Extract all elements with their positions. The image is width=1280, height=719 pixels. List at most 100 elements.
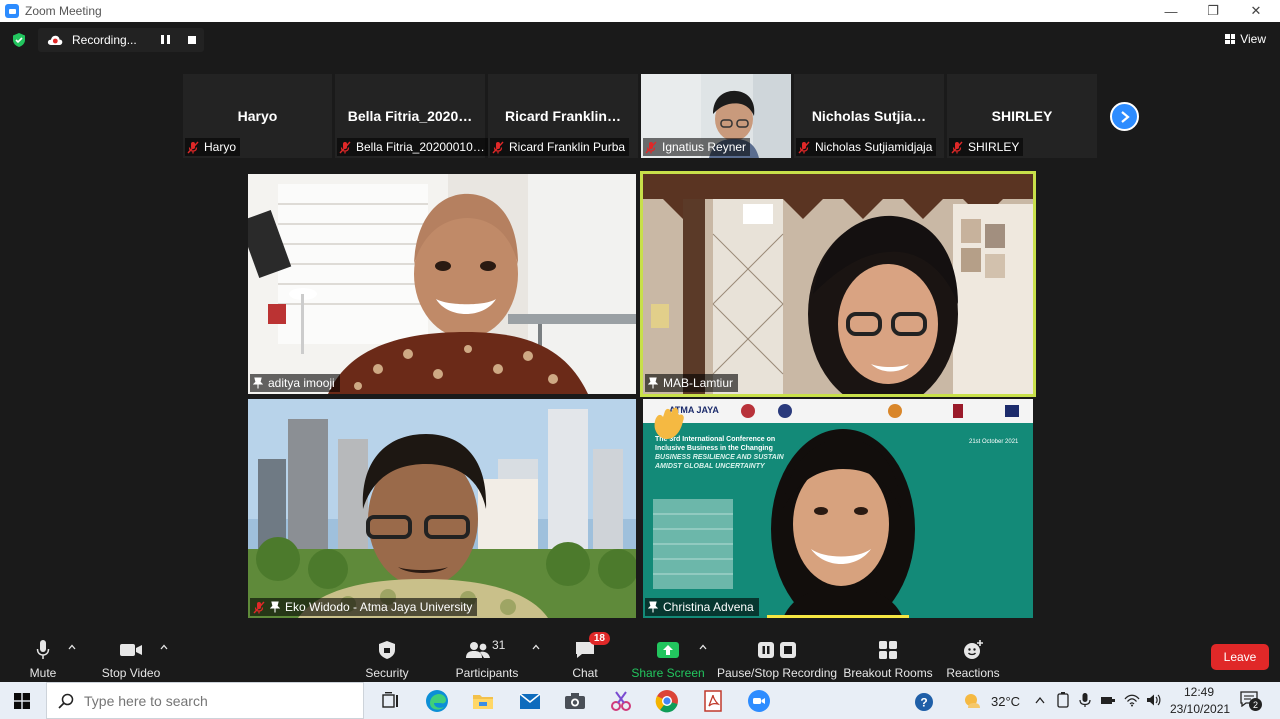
breakout-rooms-icon <box>879 641 897 659</box>
recording-label: Recording... <box>72 33 137 47</box>
notification-count-badge: 2 <box>1249 698 1262 711</box>
battery-icon[interactable] <box>1056 692 1070 708</box>
participant-name-label: Nicholas Sutjiamidjaja <box>796 138 937 156</box>
mute-label: Mute <box>29 666 57 680</box>
share-screen-label: Share Screen <box>631 666 705 680</box>
muted-mic-icon <box>492 141 504 153</box>
reactions-button[interactable]: Reactions <box>946 630 1000 682</box>
taskbar-search-input[interactable] <box>84 692 334 709</box>
snipping-tool-icon[interactable] <box>608 688 634 714</box>
restore-button[interactable]: ❐ <box>1193 0 1233 22</box>
muted-mic-icon <box>798 141 810 153</box>
video-tile[interactable]: Eko Widodo - Atma Jaya University <box>248 399 636 618</box>
view-button[interactable]: View <box>1225 32 1266 46</box>
camera-app-icon[interactable] <box>562 688 588 714</box>
mute-button[interactable]: Mute <box>24 630 62 682</box>
participant-name-label: Haryo <box>185 138 241 156</box>
chrome-browser-icon[interactable] <box>654 688 680 714</box>
file-explorer-icon[interactable] <box>470 688 496 714</box>
show-hidden-icons-chevron-icon[interactable] <box>1035 696 1045 704</box>
strip-video-tile[interactable]: Ignatius Reyner <box>641 74 791 158</box>
meeting-area: Recording... View Haryo Haryo Bella Fitr… <box>0 22 1280 630</box>
video-tile[interactable]: aditya imooji <box>248 174 636 394</box>
window-title: Zoom Meeting <box>25 4 102 18</box>
video-tile[interactable]: ATMA JAYA The 3rd International Conferen… <box>643 399 1033 618</box>
participant-name: Ignatius Reyner <box>662 140 747 154</box>
participants-label: Participants <box>455 666 519 680</box>
cloud-recording-icon <box>47 35 63 45</box>
close-button[interactable]: ✕ <box>1236 0 1276 22</box>
pause-stop-recording-button[interactable]: Pause/Stop Recording <box>716 630 838 682</box>
participant-name-label: Eko Widodo - Atma Jaya University <box>250 598 478 616</box>
participant-name: Haryo <box>204 140 237 154</box>
help-icon[interactable]: ? <box>914 692 934 712</box>
strip-tile[interactable]: SHIRLEY SHIRLEY <box>947 74 1097 158</box>
participant-name-label: Ignatius Reyner <box>643 138 751 156</box>
participants-options-caret-icon[interactable] <box>532 644 540 650</box>
participant-video <box>248 399 636 618</box>
volume-icon[interactable] <box>1146 693 1162 707</box>
minimize-button[interactable]: — <box>1151 0 1191 22</box>
active-speaker-highlight <box>640 171 1036 397</box>
strip-tile[interactable]: Ricard Franklin… Ricard Franklin Purba <box>488 74 638 158</box>
participant-display-name: Bella Fitria_2020… <box>347 108 473 124</box>
encryption-shield-icon[interactable] <box>11 32 27 48</box>
participant-display-name: Haryo <box>237 108 278 124</box>
share-options-caret-icon[interactable] <box>699 644 707 650</box>
chevron-right-icon <box>1120 110 1130 123</box>
pause-stop-recording-label: Pause/Stop Recording <box>716 666 838 680</box>
participant-display-name: Ricard Franklin… <box>505 108 621 124</box>
participant-name: Ricard Franklin Purba <box>509 140 626 154</box>
participant-video <box>653 407 915 618</box>
strip-tile[interactable]: Haryo Haryo <box>183 74 332 158</box>
chat-button[interactable]: 18 Chat <box>570 630 610 682</box>
pdf-reader-icon[interactable] <box>700 688 726 714</box>
power-plug-icon[interactable] <box>1100 693 1116 707</box>
strip-tile[interactable]: Nicholas Sutjia… Nicholas Sutjiamidjaja <box>794 74 944 158</box>
participant-display-name: Nicholas Sutjia… <box>811 108 927 124</box>
share-screen-button[interactable]: Share Screen <box>631 630 705 682</box>
stop-video-button[interactable]: Stop Video <box>100 630 162 682</box>
participant-display-name: SHIRLEY <box>991 108 1053 124</box>
mute-options-caret-icon[interactable] <box>68 644 76 650</box>
security-button[interactable]: Security <box>364 630 410 682</box>
muted-mic-icon <box>951 141 963 153</box>
participant-name-label: Christina Advena <box>645 598 759 616</box>
zoom-taskbar-icon[interactable] <box>746 688 772 714</box>
clock-time: 12:49 <box>1184 685 1215 699</box>
next-page-button[interactable] <box>1110 102 1139 131</box>
meeting-toolbar: Mute Stop Video Security 31 Participants… <box>0 630 1280 682</box>
temperature-text: 32°C <box>991 694 1021 709</box>
muted-mic-icon <box>645 141 657 153</box>
video-options-caret-icon[interactable] <box>160 644 168 650</box>
pin-icon <box>648 601 658 613</box>
taskbar-search-box[interactable] <box>46 682 364 719</box>
share-screen-icon <box>657 642 679 658</box>
view-label: View <box>1240 32 1266 46</box>
breakout-rooms-button[interactable]: Breakout Rooms <box>843 630 933 682</box>
title-bar: Zoom Meeting — ❐ ✕ <box>0 0 1280 22</box>
breakout-rooms-label: Breakout Rooms <box>843 666 933 680</box>
windows-start-icon[interactable] <box>14 693 30 709</box>
tray-microphone-icon[interactable] <box>1079 692 1091 708</box>
edge-browser-icon[interactable] <box>424 688 450 714</box>
shield-icon <box>379 641 395 659</box>
participants-button[interactable]: 31 Participants <box>455 630 519 682</box>
video-camera-icon <box>120 644 142 656</box>
participant-name: SHIRLEY <box>968 140 1020 154</box>
stop-recording-icon[interactable] <box>188 36 196 44</box>
weather-sunny-icon[interactable] <box>962 692 984 710</box>
action-center-button[interactable]: 2 <box>1240 691 1262 711</box>
strip-tile[interactable]: Bella Fitria_2020… Bella Fitria_20200010… <box>335 74 489 158</box>
pause-recording-icon[interactable] <box>161 35 170 44</box>
muted-mic-icon <box>187 141 199 153</box>
search-icon <box>58 693 74 709</box>
leave-meeting-button[interactable]: Leave <box>1211 644 1269 670</box>
muted-mic-icon <box>253 601 265 613</box>
reactions-smiley-icon <box>964 640 983 659</box>
security-label: Security <box>365 666 409 680</box>
participant-name-label: SHIRLEY <box>949 138 1024 156</box>
wifi-icon[interactable] <box>1124 693 1140 707</box>
mail-icon[interactable] <box>517 688 543 714</box>
task-view-icon[interactable] <box>377 688 403 714</box>
